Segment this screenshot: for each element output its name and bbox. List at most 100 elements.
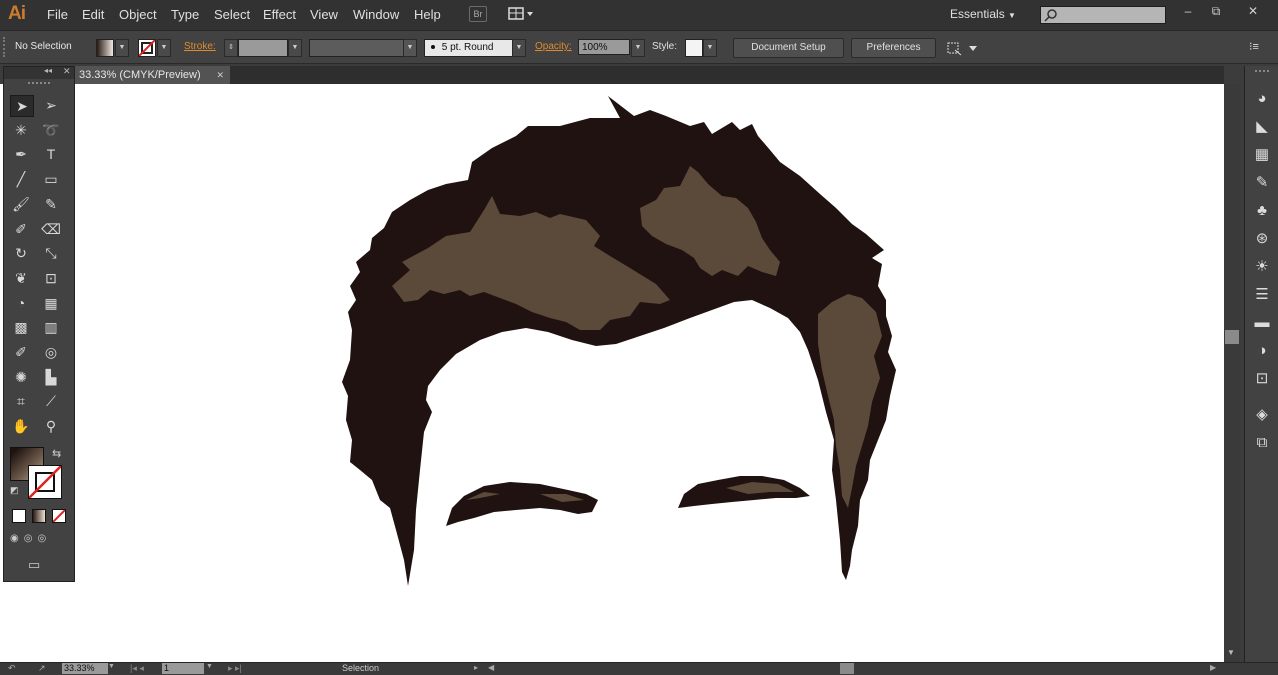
search-input[interactable] (1040, 6, 1166, 24)
fill-swatch[interactable] (96, 39, 114, 57)
menu-edit[interactable]: Edit (82, 7, 104, 22)
first-artboard-icon[interactable]: |◂ ◂ (130, 663, 144, 674)
symbol-sprayer-icon[interactable]: ✺ (10, 367, 32, 387)
stroke-weight-field[interactable] (238, 39, 288, 57)
gradient-panel-icon[interactable]: ▬ (1245, 310, 1278, 336)
close-panel-icon[interactable]: ✕ (63, 66, 71, 77)
direct-selection-icon[interactable]: ➢ (40, 95, 62, 115)
menu-help[interactable]: Help (414, 7, 441, 22)
horizontal-scroll-thumb[interactable] (840, 663, 854, 674)
gradient-mode-button[interactable] (32, 509, 46, 523)
history-icon[interactable]: ↶ (8, 663, 16, 674)
arrange-documents-button[interactable] (508, 6, 534, 22)
transparency-icon[interactable]: ◑ (1245, 338, 1278, 364)
zoom-field[interactable]: 33.33% (62, 663, 108, 674)
artboard-icon[interactable]: ⌗ (10, 391, 32, 411)
none-mode-button[interactable] (52, 509, 66, 523)
line-icon[interactable]: ╱ (10, 169, 32, 189)
eyedropper-icon[interactable]: ✐ (10, 342, 32, 362)
bridge-button[interactable]: Br (469, 6, 487, 22)
pencil-icon[interactable]: ✎ (40, 194, 62, 214)
draw-modes[interactable]: ◉◎◎ (10, 533, 68, 547)
variable-width-profile[interactable] (309, 39, 407, 57)
mesh-icon[interactable]: ▩ (10, 317, 32, 337)
workspace-switcher[interactable]: Essentials ▼ (950, 7, 1016, 21)
width-profile-dropdown[interactable]: ▼ (403, 39, 417, 57)
menu-view[interactable]: View (310, 7, 338, 22)
minimize-button[interactable]: – (1178, 4, 1198, 20)
artboard-canvas[interactable] (0, 84, 1224, 662)
hand-icon[interactable]: ✋ (10, 416, 32, 436)
panel-menu-icon[interactable]: ⁝≡ (1249, 40, 1265, 54)
rectangle-icon[interactable]: ▭ (40, 169, 62, 189)
symbols-icon[interactable]: ♣ (1245, 198, 1278, 224)
stroke-color-box[interactable] (28, 465, 62, 499)
close-window-button[interactable]: ✕ (1243, 4, 1263, 20)
screen-mode-icon[interactable]: ▭ (28, 557, 48, 572)
color-icon[interactable]: ◕ (1245, 86, 1278, 112)
scroll-right-arrow-icon[interactable]: ▶ (1210, 663, 1216, 672)
menu-file[interactable]: File (47, 7, 68, 22)
artboards-icon[interactable]: ⧉ (1245, 430, 1278, 456)
menu-object[interactable]: Object (119, 7, 157, 22)
document-tab[interactable]: 33.33% (CMYK/Preview) ✕ (74, 66, 230, 84)
blend-icon[interactable]: ◎ (40, 342, 62, 362)
eraser-icon[interactable]: ⌫ (40, 219, 62, 239)
zoom-icon[interactable]: ⚲ (40, 416, 62, 436)
artboard-field[interactable]: 1 (162, 663, 204, 674)
panel-grip[interactable] (3, 37, 9, 57)
share-icon[interactable]: ↗ (38, 663, 46, 674)
collapse-panel-icon[interactable]: ◂◂ (44, 66, 52, 75)
hair-artwork[interactable] (0, 84, 1224, 662)
type-icon[interactable]: T (40, 144, 62, 164)
selection-icon[interactable]: ➤ (10, 95, 34, 117)
slice-icon[interactable]: ⟋ (40, 391, 62, 411)
scale-icon[interactable]: ⤡ (40, 243, 62, 263)
menu-window[interactable]: Window (353, 7, 399, 22)
document-setup-button[interactable]: Document Setup (733, 38, 844, 58)
opacity-dropdown[interactable]: ▼ (631, 39, 645, 57)
status-menu-icon[interactable]: ▸ (474, 663, 478, 672)
hair-main-shape[interactable] (342, 96, 896, 586)
swap-colors-icon[interactable]: ⇆ (52, 447, 61, 460)
status-info[interactable]: Selection (342, 663, 379, 673)
preferences-button[interactable]: Preferences (851, 38, 936, 58)
arrange-menu-button[interactable] (945, 40, 979, 56)
vertical-scrollbar[interactable] (1224, 84, 1240, 662)
menu-select[interactable]: Select (214, 7, 250, 22)
shape-builder-icon[interactable]: ◔ (10, 293, 32, 313)
rotate-icon[interactable]: ↻ (10, 243, 32, 263)
fill-dropdown[interactable]: ▼ (115, 39, 129, 57)
left-eyebrow[interactable] (446, 482, 598, 526)
stroke-swatch[interactable] (138, 39, 156, 57)
column-graph-icon[interactable]: ▙ (40, 367, 62, 387)
graphic-style-swatch[interactable] (685, 39, 703, 57)
pen-icon[interactable]: ✒ (10, 144, 32, 164)
swatches-icon[interactable]: ▦ (1245, 142, 1278, 168)
stroke-weight-dropdown[interactable]: ▼ (288, 39, 302, 57)
panel-grip[interactable] (28, 82, 50, 88)
style-dropdown[interactable]: ▼ (703, 39, 717, 57)
color-guide-icon[interactable]: ◣ (1245, 114, 1278, 140)
scroll-left-arrow-icon[interactable]: ◀ (488, 663, 494, 672)
scroll-down-arrow-icon[interactable]: ▼ (1227, 648, 1235, 657)
stroke-dropdown[interactable]: ▼ (157, 39, 171, 57)
artboard-dropdown[interactable]: ▼ (206, 663, 213, 670)
blob-brush-icon[interactable]: ✐ (10, 219, 32, 239)
graphic-styles-icon[interactable]: ⊛ (1245, 226, 1278, 252)
brush-definition[interactable]: 5 pt. Round (424, 39, 514, 57)
close-tab-icon[interactable]: ✕ (216, 66, 224, 84)
zoom-dropdown[interactable]: ▼ (108, 663, 115, 670)
vertical-scroll-thumb[interactable] (1225, 330, 1239, 344)
align-icon[interactable]: ⊡ (1245, 366, 1278, 392)
paintbrush-icon[interactable]: 🖌 (10, 194, 32, 214)
layers-icon[interactable]: ◈ (1245, 402, 1278, 428)
opacity-field[interactable]: 100% (578, 39, 630, 55)
free-transform-icon[interactable]: ⊡ (40, 268, 62, 288)
opacity-label[interactable]: Opacity: (535, 41, 572, 52)
color-mode-button[interactable] (12, 509, 26, 523)
next-artboard-icon[interactable]: ▸ ▸| (228, 663, 242, 674)
brush-dropdown[interactable]: ▼ (512, 39, 526, 57)
restore-button[interactable]: ⧉ (1206, 4, 1226, 20)
stroke-label[interactable]: Stroke: (184, 41, 216, 52)
